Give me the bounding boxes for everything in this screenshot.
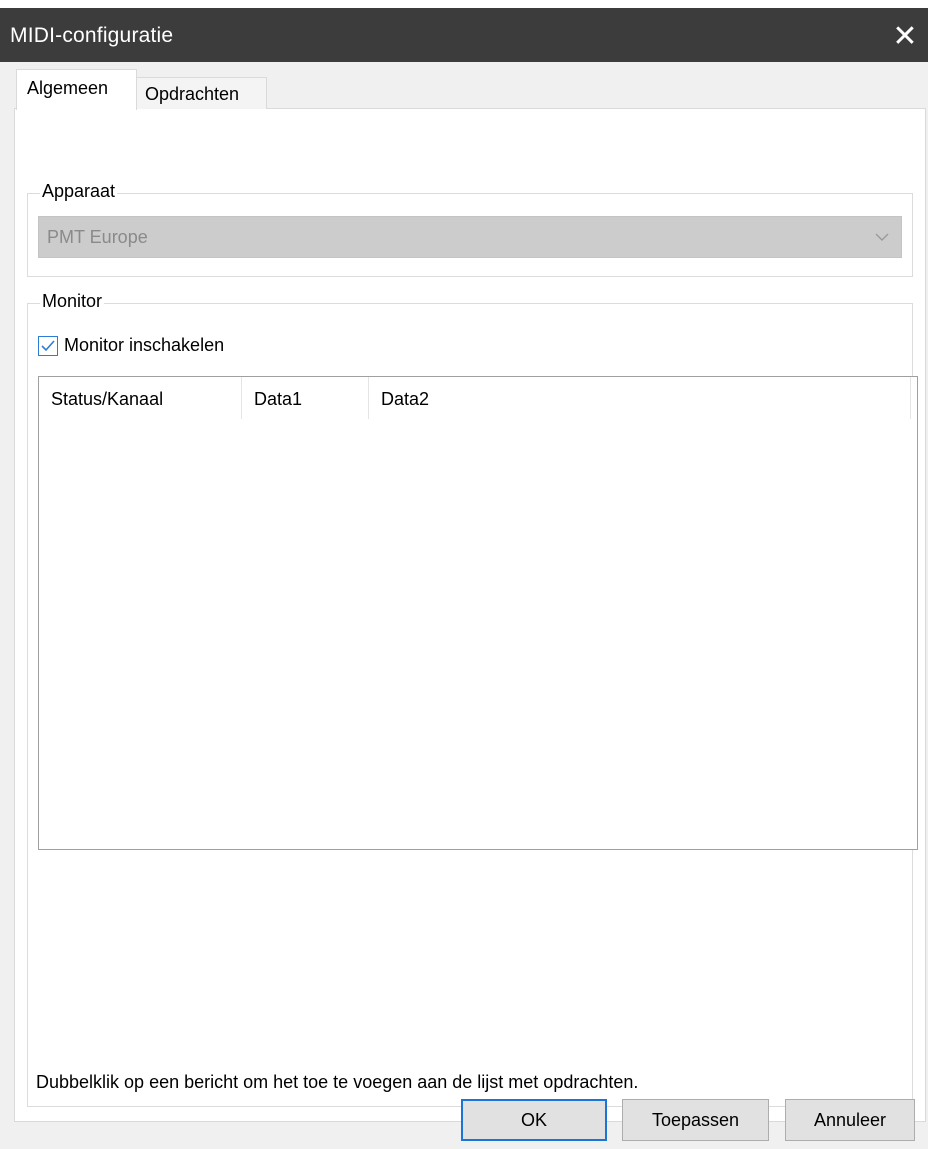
tab-panel-algemeen: Apparaat PMT Europe Monitor Monitor insc… bbox=[14, 108, 926, 1122]
checkmark-icon bbox=[41, 340, 55, 352]
monitor-enable-checkbox[interactable] bbox=[38, 336, 58, 356]
tab-label: Algemeen bbox=[27, 78, 109, 98]
tab-label: Opdrachten bbox=[145, 84, 240, 104]
midi-monitor-list[interactable]: Status/Kanaal Data1 Data2 bbox=[38, 376, 918, 850]
device-dropdown[interactable]: PMT Europe bbox=[38, 216, 902, 258]
monitor-enable-label[interactable]: Monitor inschakelen bbox=[64, 335, 224, 356]
column-header-status-kanaal[interactable]: Status/Kanaal bbox=[39, 377, 242, 419]
monitor-legend: Monitor bbox=[40, 291, 105, 312]
device-dropdown-value: PMT Europe bbox=[47, 227, 148, 247]
close-icon[interactable]: ✕ bbox=[882, 16, 928, 62]
tab-opdrachten[interactable]: Opdrachten bbox=[137, 77, 267, 109]
dialog-body: Algemeen Opdrachten Apparaat PMT Europe … bbox=[0, 62, 928, 1149]
column-header-data1[interactable]: Data1 bbox=[242, 377, 369, 419]
cancel-button[interactable]: Annuleer bbox=[785, 1099, 915, 1141]
chevron-down-icon bbox=[873, 228, 891, 246]
title-bar[interactable]: MIDI-configuratie ✕ bbox=[0, 0, 928, 62]
tab-algemeen[interactable]: Algemeen bbox=[16, 69, 137, 110]
window-title: MIDI-configuratie bbox=[10, 24, 174, 47]
apply-button[interactable]: Toepassen bbox=[622, 1099, 769, 1141]
apparaat-group: Apparaat PMT Europe bbox=[27, 181, 913, 277]
apparaat-legend: Apparaat bbox=[40, 181, 118, 202]
ok-button[interactable]: OK bbox=[461, 1099, 607, 1141]
list-header: Status/Kanaal Data1 Data2 bbox=[39, 377, 917, 419]
monitor-group: Monitor Monitor inschakelen Status/Kanaa… bbox=[27, 291, 918, 1107]
column-header-data2[interactable]: Data2 bbox=[369, 377, 911, 419]
hint-text: Dubbelklik op een bericht om het toe te … bbox=[36, 1072, 639, 1092]
